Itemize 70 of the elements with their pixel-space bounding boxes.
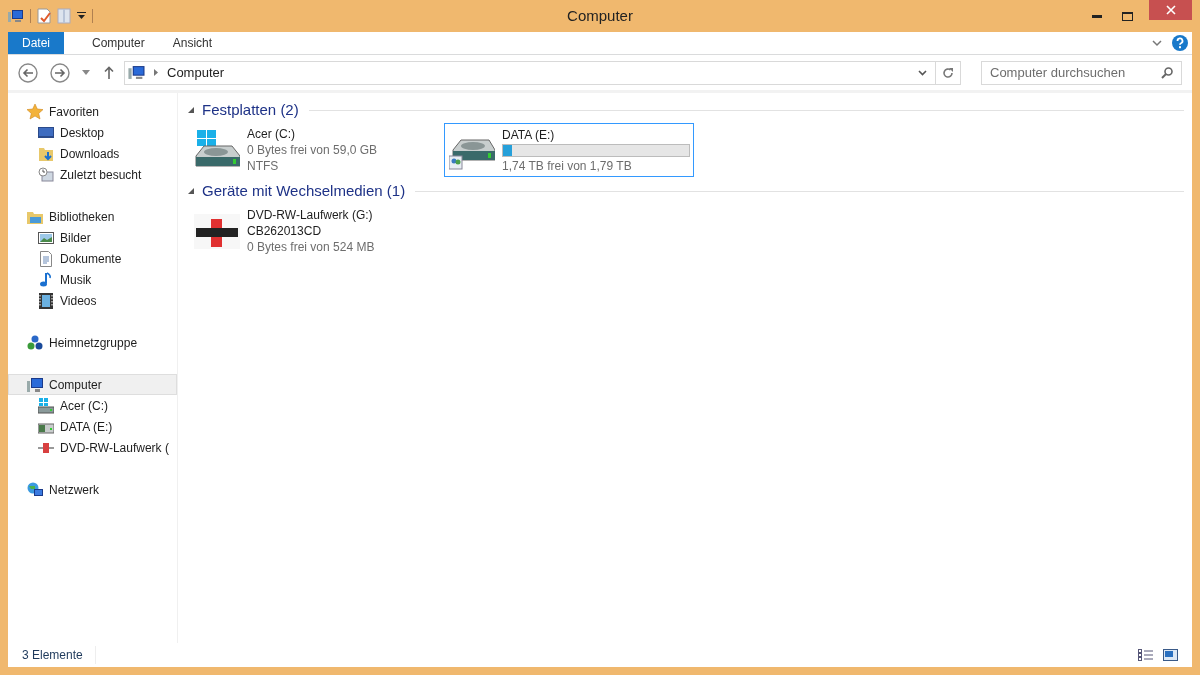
drive-detail: 1,74 TB frei von 1,79 TB [502,157,633,174]
computer-icon [27,376,43,393]
collapse-icon[interactable] [188,107,194,113]
nav-item[interactable]: Bibliotheken [8,206,177,227]
close-icon[interactable] [1165,5,1176,15]
refresh-icon[interactable] [942,66,954,79]
ribbon-tab[interactable]: Ansicht [158,32,227,54]
maximize-icon[interactable] [1122,11,1133,21]
group-header[interactable]: Festplatten (2) [202,98,299,122]
window-title: Computer [567,5,633,26]
chevron-icon[interactable] [1152,39,1162,47]
drive-tile[interactable]: DATA (E:) 1,74 TB frei von 1,79 TB [444,123,694,177]
picture-icon [38,229,54,246]
network-circles-icon [27,334,43,351]
minimize-icon[interactable] [1092,14,1102,18]
up-arrow-icon[interactable] [104,66,114,79]
nav-item[interactable]: Bilder [8,227,177,248]
nav-item[interactable]: Heimnetzgruppe [8,332,177,353]
drive-detail: CB262013CD [247,223,323,239]
close-button[interactable] [1149,0,1192,20]
music-note-icon [38,271,54,288]
nav-item[interactable]: Computer [8,374,177,395]
back-icon[interactable] [18,62,38,83]
monitor-icon [38,124,54,141]
nav-item[interactable]: Musik [8,269,177,290]
globe-computer-icon [27,481,43,498]
nav-item[interactable]: DATA (E:) [8,416,177,437]
nav-item[interactable]: DVD-RW-Laufwerk ( [8,437,177,458]
drive-name: DVD-RW-Laufwerk (G:) [247,207,374,223]
drive-detail: NTFS [247,158,280,174]
help-icon[interactable] [1172,35,1188,51]
nav-item[interactable]: Desktop [8,122,177,143]
dropdown-icon[interactable] [77,12,86,20]
clock-icon [38,166,54,183]
breadcrumb-arrow-icon[interactable] [154,69,158,76]
address-path[interactable]: Computer [167,62,225,83]
drive-detail: 0 Bytes frei von 524 MB [247,239,376,255]
nav-item[interactable]: Favoriten [8,101,177,122]
collapse-icon[interactable] [188,188,194,194]
item-count: 3 Elemente [22,646,96,664]
forward-icon[interactable] [50,62,70,83]
download-folder-icon [38,145,54,162]
nav-item[interactable]: Acer (C:) [8,395,177,416]
computer-icon[interactable] [8,9,24,23]
drive-name: DATA (E:) [502,126,556,143]
nav-item[interactable]: Netzwerk [8,479,177,500]
ribbon-tab[interactable]: Computer [78,32,159,54]
search-field[interactable]: Computer durchsuchen [981,60,1182,85]
properties-icon[interactable] [37,8,51,24]
drive-tile[interactable]: DVD-RW-Laufwerk (G:) CB262013CD 0 Bytes frei von 524 MB [189,204,439,258]
star-icon [27,103,43,120]
details-view-icon[interactable] [1138,649,1153,661]
computer-icon [128,65,146,80]
nav-item[interactable]: Downloads [8,143,177,164]
drive-icon [38,397,54,414]
ribbon-tab[interactable]: Datei [8,32,64,54]
drive-icon [194,130,240,170]
drive-tile[interactable]: Acer (C:) 0 Bytes frei von 59,0 GB NTFS [189,123,439,177]
nav-item[interactable]: Videos [8,290,177,311]
nav-item[interactable]: Dokumente [8,248,177,269]
tiles-view-icon[interactable] [1163,649,1178,661]
drive-detail: 0 Bytes frei von 59,0 GB [247,142,379,158]
search-icon[interactable] [1161,66,1173,79]
nav-item[interactable]: Zuletzt besucht [8,164,177,185]
document-icon [38,250,54,267]
address-bar[interactable]: Computer [124,60,961,85]
group-header[interactable]: Geräte mit Wechselmedien (1) [202,179,406,203]
film-icon [38,292,54,309]
drive-name: Acer (C:) [247,126,296,142]
dropdown-icon[interactable] [918,69,927,76]
